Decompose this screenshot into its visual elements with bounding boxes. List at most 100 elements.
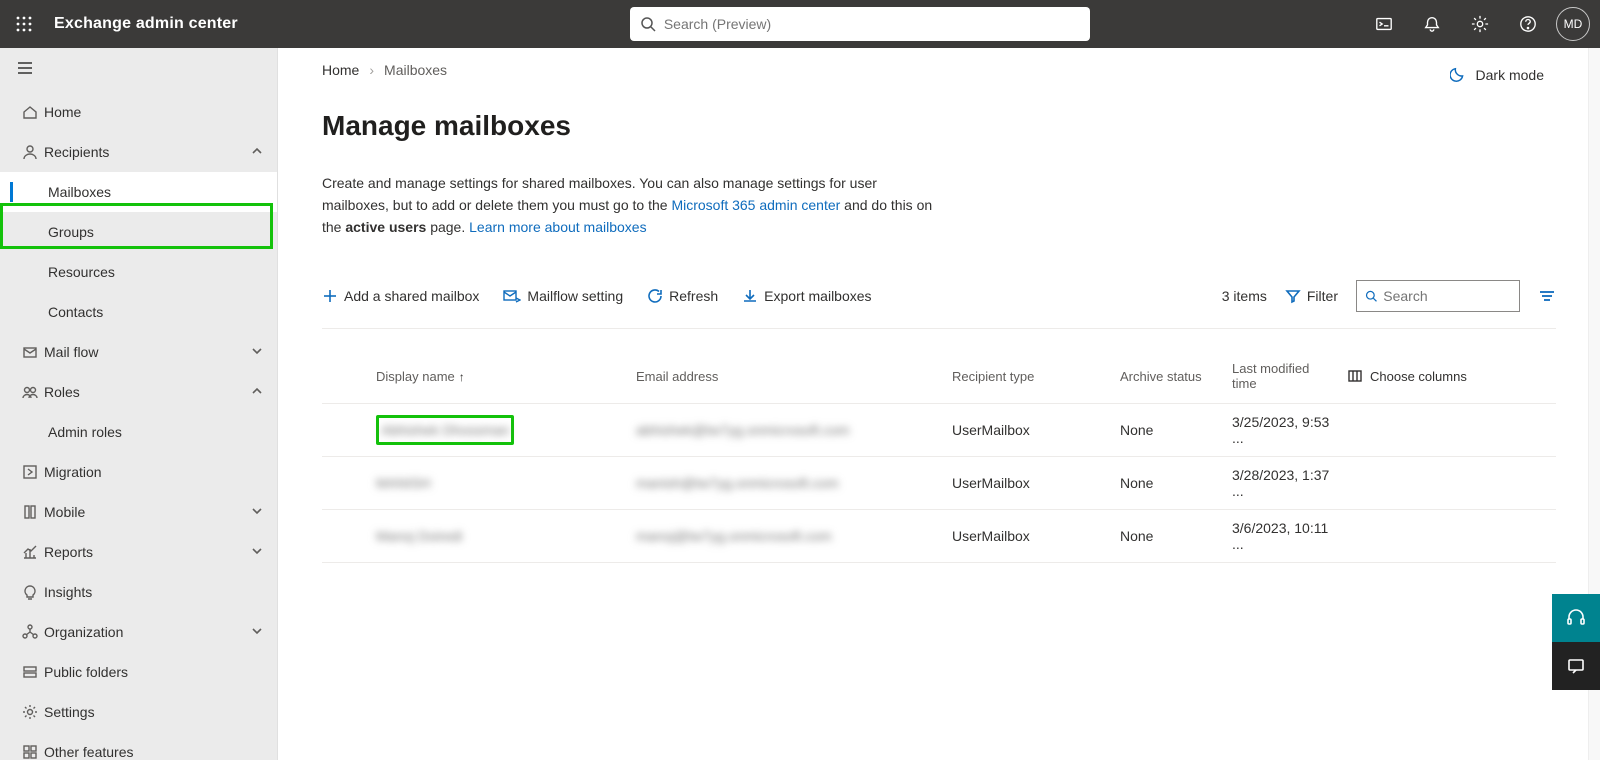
page-title: Manage mailboxes	[322, 110, 1556, 142]
insights-icon	[16, 584, 44, 600]
col-email[interactable]: Email address	[628, 349, 944, 404]
nav-mobile-label: Mobile	[44, 504, 251, 520]
refresh-icon	[647, 288, 663, 304]
chevron-right-icon: ›	[369, 62, 374, 78]
col-recipient-type[interactable]: Recipient type	[944, 349, 1112, 404]
filter-label: Filter	[1307, 288, 1338, 304]
nav-admin-roles[interactable]: Admin roles	[0, 412, 277, 452]
nav-recipients[interactable]: Recipients	[0, 132, 277, 172]
person-icon	[16, 144, 44, 160]
shell-terminal-icon[interactable]	[1360, 0, 1408, 48]
mailflow-icon	[503, 288, 521, 304]
cell-modified: 3/6/2023, 10:11 ...	[1224, 510, 1340, 563]
global-search-input[interactable]	[664, 16, 1080, 32]
mobile-icon	[16, 504, 44, 520]
cmd-export[interactable]: Export mailboxes	[742, 288, 871, 304]
roles-icon	[16, 384, 44, 400]
nav-roles-label: Roles	[44, 384, 251, 400]
nav-migration[interactable]: Migration	[0, 452, 277, 492]
app-launcher-icon[interactable]	[0, 0, 48, 48]
grid-icon	[16, 744, 44, 760]
cmd-add-shared-mailbox[interactable]: Add a shared mailbox	[322, 288, 479, 304]
help-icon[interactable]	[1504, 0, 1552, 48]
cmd-mailflow-setting[interactable]: Mailflow setting	[503, 288, 623, 304]
home-icon	[16, 104, 44, 120]
annotation-highlight-row: Abhishek Dhossman	[376, 415, 514, 445]
cell-email: manish@tw7yg.onmicrosoft.com	[636, 475, 839, 491]
download-icon	[742, 288, 758, 304]
table-row[interactable]: MANISH manish@tw7yg.onmicrosoft.com User…	[322, 457, 1556, 510]
nav-contacts-label: Contacts	[48, 304, 263, 320]
filter-button[interactable]: Filter	[1285, 288, 1338, 304]
global-search[interactable]	[630, 7, 1090, 41]
nav-insights-label: Insights	[44, 584, 263, 600]
table-row[interactable]: Manoj Doiredi manoj@tw7yg.onmicrosoft.co…	[322, 510, 1556, 563]
cell-type: UserMailbox	[944, 510, 1112, 563]
table-search-input[interactable]	[1383, 288, 1511, 304]
col-last-modified[interactable]: Last modified time	[1224, 349, 1340, 404]
nav-public-folders[interactable]: Public folders	[0, 652, 277, 692]
chevron-down-icon	[251, 344, 263, 360]
filter-icon	[1285, 288, 1301, 304]
breadcrumb-current: Mailboxes	[384, 62, 447, 78]
list-options-icon[interactable]	[1538, 289, 1556, 303]
cell-archive: None	[1112, 404, 1224, 457]
nav-home-label: Home	[44, 104, 263, 120]
nav-contacts[interactable]: Contacts	[0, 292, 277, 332]
nav-mobile[interactable]: Mobile	[0, 492, 277, 532]
nav-settings[interactable]: Settings	[0, 692, 277, 732]
cell-name: Abhishek Dhossman	[381, 422, 509, 438]
nav-admin-roles-label: Admin roles	[48, 424, 263, 440]
cell-type: UserMailbox	[944, 457, 1112, 510]
col-display-name[interactable]: Display name↑	[368, 349, 628, 404]
settings-icon[interactable]	[1456, 0, 1504, 48]
nav-mailboxes[interactable]: Mailboxes	[0, 172, 277, 212]
reports-icon	[16, 544, 44, 560]
notifications-icon[interactable]	[1408, 0, 1456, 48]
item-count: 3 items	[1222, 288, 1267, 304]
nav-org-label: Organization	[44, 624, 251, 640]
table-search[interactable]	[1356, 280, 1520, 312]
nav-groups[interactable]: Groups	[0, 212, 277, 252]
cmd-refresh-label: Refresh	[669, 288, 718, 304]
feedback-button[interactable]	[1552, 642, 1600, 690]
nav-toggle-icon[interactable]	[0, 48, 277, 88]
nav-reports-label: Reports	[44, 544, 251, 560]
col-choose-columns[interactable]: Choose columns	[1340, 349, 1556, 404]
cell-name: MANISH	[376, 475, 430, 491]
nav-other-features[interactable]: Other features	[0, 732, 277, 760]
search-icon	[1365, 289, 1377, 303]
account-avatar[interactable]: MD	[1556, 7, 1590, 41]
cmd-refresh[interactable]: Refresh	[647, 288, 718, 304]
breadcrumb: Home › Mailboxes	[322, 62, 1556, 78]
plus-icon	[322, 288, 338, 304]
nav-organization[interactable]: Organization	[0, 612, 277, 652]
col-archive-status[interactable]: Archive status	[1112, 349, 1224, 404]
link-m365-admin[interactable]: Microsoft 365 admin center	[671, 197, 840, 213]
nav-other-label: Other features	[44, 744, 263, 760]
breadcrumb-home[interactable]: Home	[322, 62, 359, 78]
nav-settings-label: Settings	[44, 704, 263, 720]
nav-mailboxes-label: Mailboxes	[48, 184, 263, 200]
columns-icon	[1348, 369, 1362, 383]
migration-icon	[16, 464, 44, 480]
table-row[interactable]: Abhishek Dhossman abhishek@tw7yg.onmicro…	[322, 404, 1556, 457]
nav-resources-label: Resources	[48, 264, 263, 280]
nav-folders-label: Public folders	[44, 664, 263, 680]
nav-roles[interactable]: Roles	[0, 372, 277, 412]
nav-home[interactable]: Home	[0, 92, 277, 132]
nav-mailflow[interactable]: Mail flow	[0, 332, 277, 372]
nav-mailflow-label: Mail flow	[44, 344, 251, 360]
dark-mode-toggle[interactable]: Dark mode	[1450, 66, 1544, 84]
mailboxes-table: Display name↑ Email address Recipient ty…	[322, 349, 1556, 563]
cell-name: Manoj Doiredi	[376, 528, 462, 544]
support-headset-button[interactable]	[1552, 594, 1600, 642]
nav-reports[interactable]: Reports	[0, 532, 277, 572]
link-learn-more[interactable]: Learn more about mailboxes	[469, 219, 646, 235]
chevron-up-icon	[251, 144, 263, 160]
org-icon	[16, 624, 44, 640]
nav-recipients-label: Recipients	[44, 144, 251, 160]
chevron-up-icon	[251, 384, 263, 400]
nav-insights[interactable]: Insights	[0, 572, 277, 612]
nav-resources[interactable]: Resources	[0, 252, 277, 292]
